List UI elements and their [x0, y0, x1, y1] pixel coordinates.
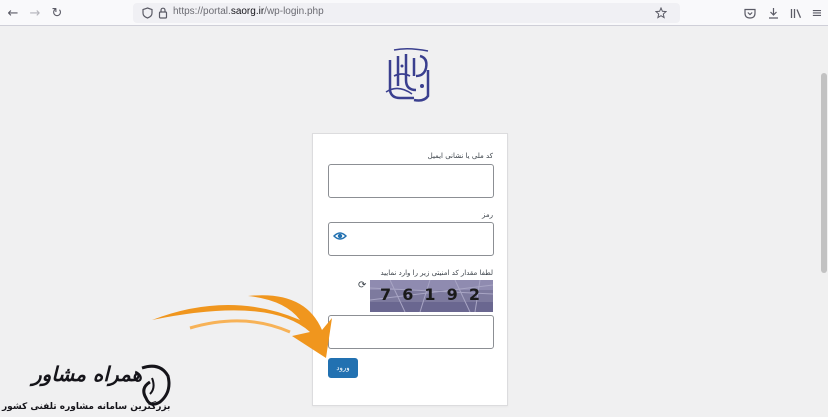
forward-icon[interactable]: →	[26, 4, 44, 22]
captcha-image: 76192	[370, 280, 493, 312]
menu-icon[interactable]: ≡	[808, 4, 826, 22]
username-input[interactable]	[328, 164, 494, 198]
url-prefix: https://portal.	[173, 6, 231, 17]
login-form: کد ملی یا نشانی ایمیل رمز لطفا مقدار کد …	[312, 133, 508, 406]
url-text[interactable]: https://portal.saorg.ir/wp-login.php	[173, 6, 324, 17]
refresh-captcha-icon[interactable]: ⟳	[358, 280, 366, 291]
lock-icon[interactable]	[155, 4, 171, 22]
download-icon[interactable]	[764, 4, 782, 22]
watermark-title: همراه مشاور	[32, 362, 143, 386]
scrollbar-thumb[interactable]	[821, 73, 827, 273]
captcha-input[interactable]	[328, 315, 494, 349]
captcha-label: لطفا مقدار کد امنیتی زیر را وارد نمایید	[380, 269, 494, 277]
watermark-subtitle: بزرگترین سامانه مشاوره تلفنی کشور	[2, 402, 171, 412]
organization-logo	[385, 47, 430, 102]
username-label: کد ملی یا نشانی ایمیل	[427, 152, 493, 160]
bookmark-star-icon[interactable]	[653, 4, 669, 22]
url-suffix: /wp-login.php	[264, 6, 324, 17]
page-scrollbar[interactable]	[820, 27, 828, 417]
password-label: رمز	[482, 211, 493, 219]
show-password-icon[interactable]	[333, 230, 347, 242]
browser-toolbar: ← → ↻ https://portal.saorg.ir/wp-login.p…	[0, 0, 828, 26]
reload-icon[interactable]: ↻	[48, 4, 66, 22]
shield-icon[interactable]	[139, 4, 155, 22]
back-icon[interactable]: ←	[4, 4, 22, 22]
url-domain: saorg.ir	[230, 6, 265, 17]
address-bar[interactable]: https://portal.saorg.ir/wp-login.php	[133, 3, 680, 23]
library-icon[interactable]	[787, 4, 805, 22]
password-input[interactable]	[328, 222, 494, 256]
pocket-icon[interactable]	[741, 4, 759, 22]
